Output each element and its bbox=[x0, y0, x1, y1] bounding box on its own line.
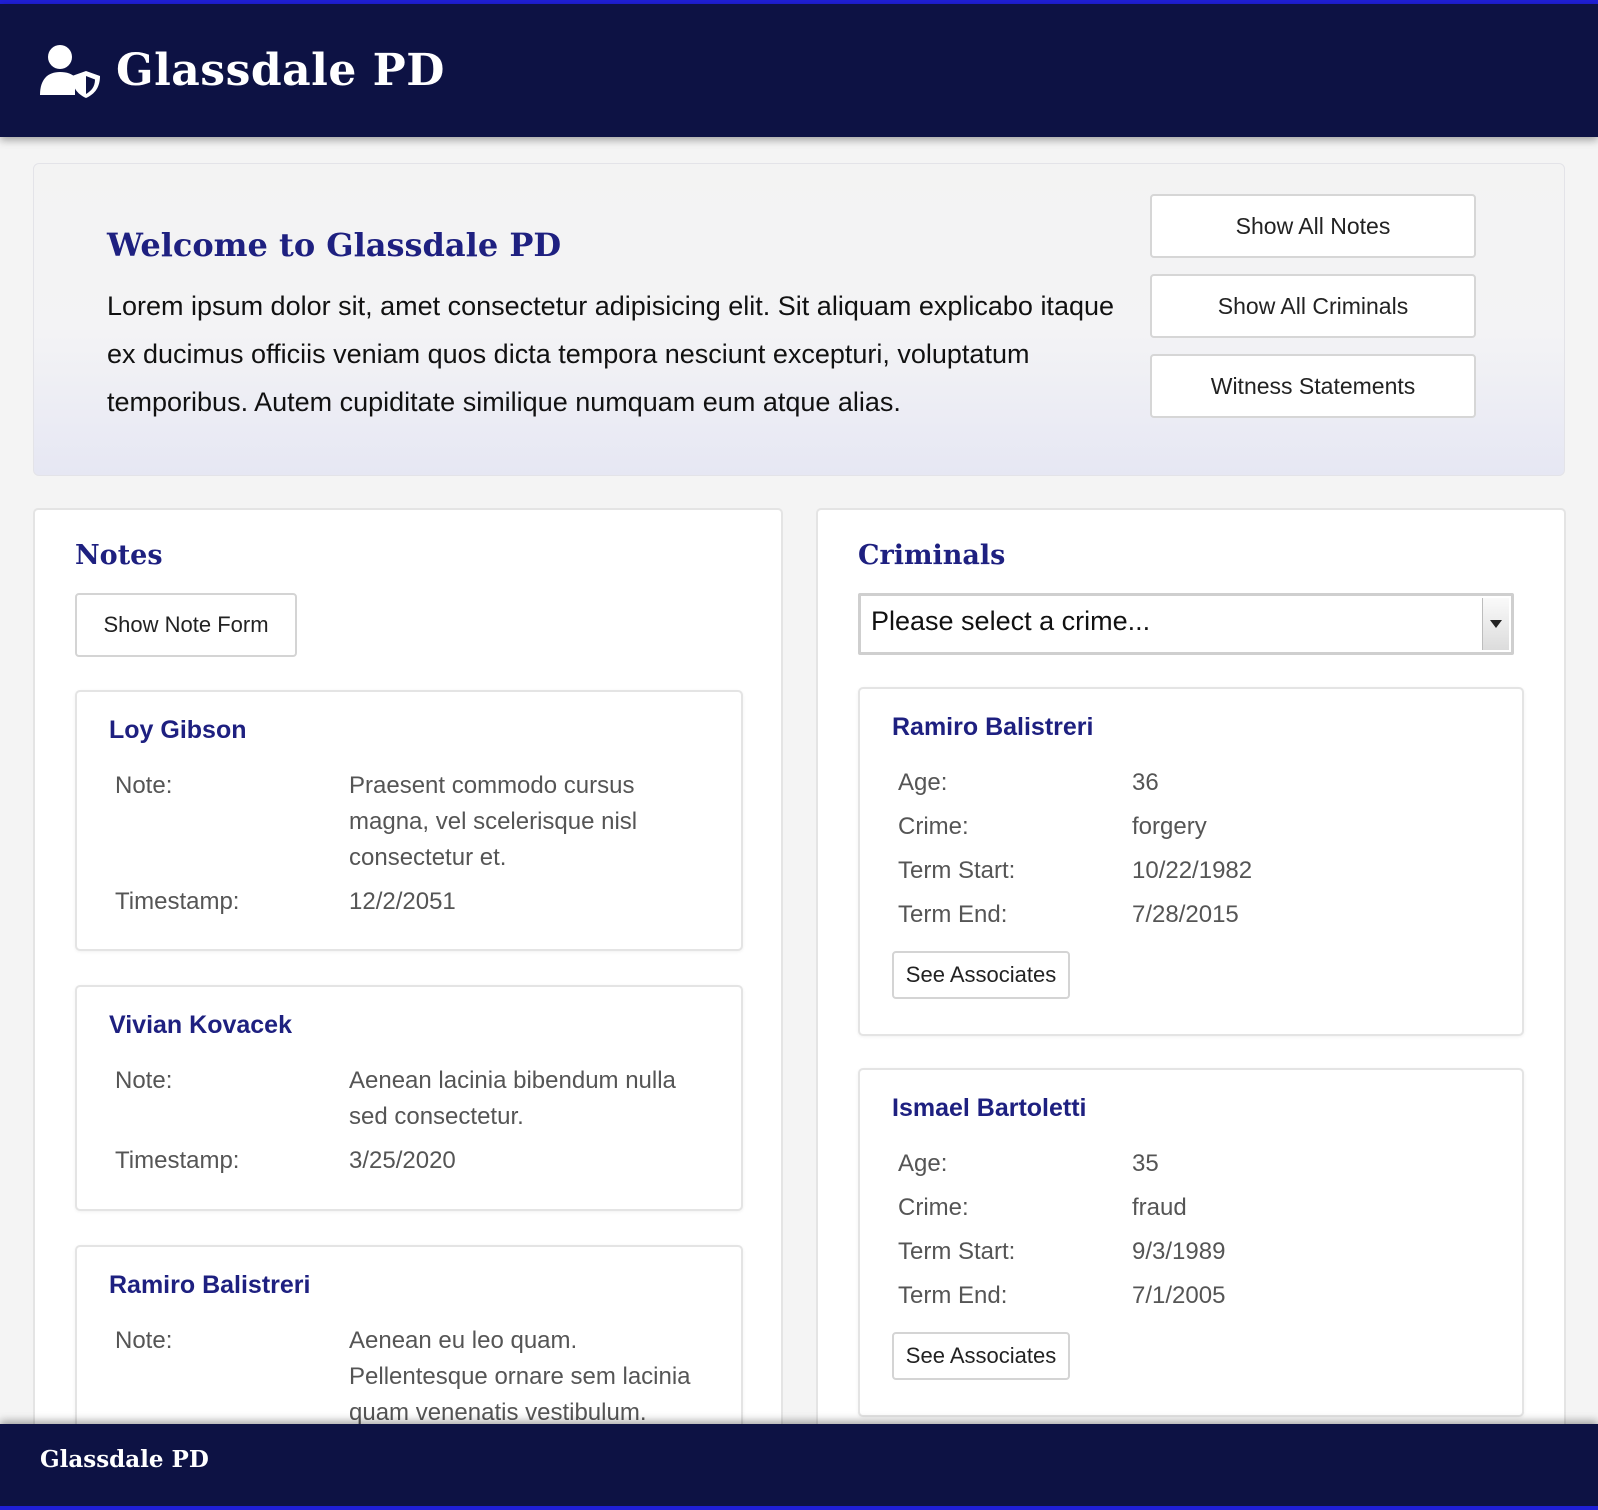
witness-statements-button[interactable]: Witness Statements bbox=[1150, 354, 1476, 418]
note-text-line: magna, vel scelerisque nisl bbox=[349, 808, 638, 835]
welcome-jumbotron: Welcome to Glassdale PD Lorem ipsum dolo… bbox=[33, 163, 1565, 476]
site-header: Glassdale PD bbox=[0, 4, 1598, 137]
criminal-card: Ramiro Balistreri Age: 36 Crime: forgery… bbox=[858, 687, 1524, 1036]
note-timestamp: 12/2/2051 bbox=[349, 888, 456, 915]
note-timestamp: 3/25/2020 bbox=[349, 1147, 456, 1174]
criminal-name: Ismael Bartoletti bbox=[892, 1094, 1087, 1122]
criminal-term-start: 10/22/1982 bbox=[1132, 857, 1253, 884]
note-label: Note: bbox=[115, 772, 173, 799]
welcome-title: Welcome to Glassdale PD bbox=[107, 226, 562, 264]
footer-accent-line bbox=[0, 1506, 1598, 1510]
criminal-term-start: 9/3/1989 bbox=[1132, 1238, 1226, 1265]
term-start-label: Term Start: bbox=[898, 857, 1016, 884]
term-end-label: Term End: bbox=[898, 901, 1008, 928]
criminal-card: Ismael Bartoletti Age: 35 Crime: fraud T… bbox=[858, 1068, 1524, 1417]
footer-title: Glassdale PD bbox=[40, 1446, 209, 1473]
criminal-name: Ramiro Balistreri bbox=[892, 713, 1094, 741]
chevron-down-icon[interactable] bbox=[1482, 598, 1509, 650]
note-text-line: consectetur et. bbox=[349, 844, 507, 871]
welcome-text: Lorem ipsum dolor sit, amet consectetur … bbox=[107, 291, 1115, 417]
crime-label: Crime: bbox=[898, 813, 969, 840]
term-start-label: Term Start: bbox=[898, 1238, 1016, 1265]
criminals-panel: Criminals Please select a crime... Ramir… bbox=[816, 508, 1566, 1508]
timestamp-label: Timestamp: bbox=[115, 888, 240, 915]
criminal-age: 36 bbox=[1132, 769, 1159, 796]
note-author: Loy Gibson bbox=[109, 716, 247, 744]
note-label: Note: bbox=[115, 1067, 173, 1094]
crime-select-value: Please select a crime... bbox=[871, 606, 1151, 636]
show-all-notes-button[interactable]: Show All Notes bbox=[1150, 194, 1476, 258]
crime-label: Crime: bbox=[898, 1194, 969, 1221]
note-text-line: Pellentesque ornare sem lacinia bbox=[349, 1363, 691, 1390]
age-label: Age: bbox=[898, 1150, 948, 1177]
criminal-crime: fraud bbox=[1132, 1194, 1187, 1221]
see-associates-button[interactable]: See Associates bbox=[892, 1332, 1070, 1380]
criminals-title: Criminals bbox=[858, 540, 1006, 571]
note-text-line: Aenean eu leo quam. bbox=[349, 1327, 578, 1354]
show-all-criminals-button[interactable]: Show All Criminals bbox=[1150, 274, 1476, 338]
note-text-line: sed consectetur. bbox=[349, 1103, 524, 1130]
note-author: Vivian Kovacek bbox=[109, 1011, 292, 1039]
note-text-line: Aenean lacinia bibendum nulla bbox=[349, 1067, 676, 1094]
site-footer: Glassdale PD bbox=[0, 1424, 1598, 1506]
timestamp-label: Timestamp: bbox=[115, 1147, 240, 1174]
notes-title: Notes bbox=[75, 540, 163, 571]
criminal-age: 35 bbox=[1132, 1150, 1159, 1177]
criminal-crime: forgery bbox=[1132, 813, 1207, 840]
age-label: Age: bbox=[898, 769, 948, 796]
crime-select[interactable]: Please select a crime... bbox=[858, 593, 1514, 655]
note-label: Note: bbox=[115, 1327, 173, 1354]
note-author: Ramiro Balistreri bbox=[109, 1271, 311, 1299]
site-title[interactable]: Glassdale PD bbox=[116, 45, 445, 96]
criminal-term-end: 7/1/2005 bbox=[1132, 1282, 1226, 1309]
show-note-form-button[interactable]: Show Note Form bbox=[75, 593, 297, 657]
criminal-term-end: 7/28/2015 bbox=[1132, 901, 1239, 928]
note-card: Loy Gibson Note: Praesent commodo cursus… bbox=[75, 690, 743, 951]
term-end-label: Term End: bbox=[898, 1282, 1008, 1309]
note-text-line: Praesent commodo cursus bbox=[349, 772, 635, 799]
see-associates-button[interactable]: See Associates bbox=[892, 951, 1070, 999]
notes-panel: Notes Show Note Form Loy Gibson Note: Pr… bbox=[33, 508, 783, 1508]
user-shield-icon bbox=[40, 44, 100, 98]
note-card: Vivian Kovacek Note: Aenean lacinia bibe… bbox=[75, 985, 743, 1211]
